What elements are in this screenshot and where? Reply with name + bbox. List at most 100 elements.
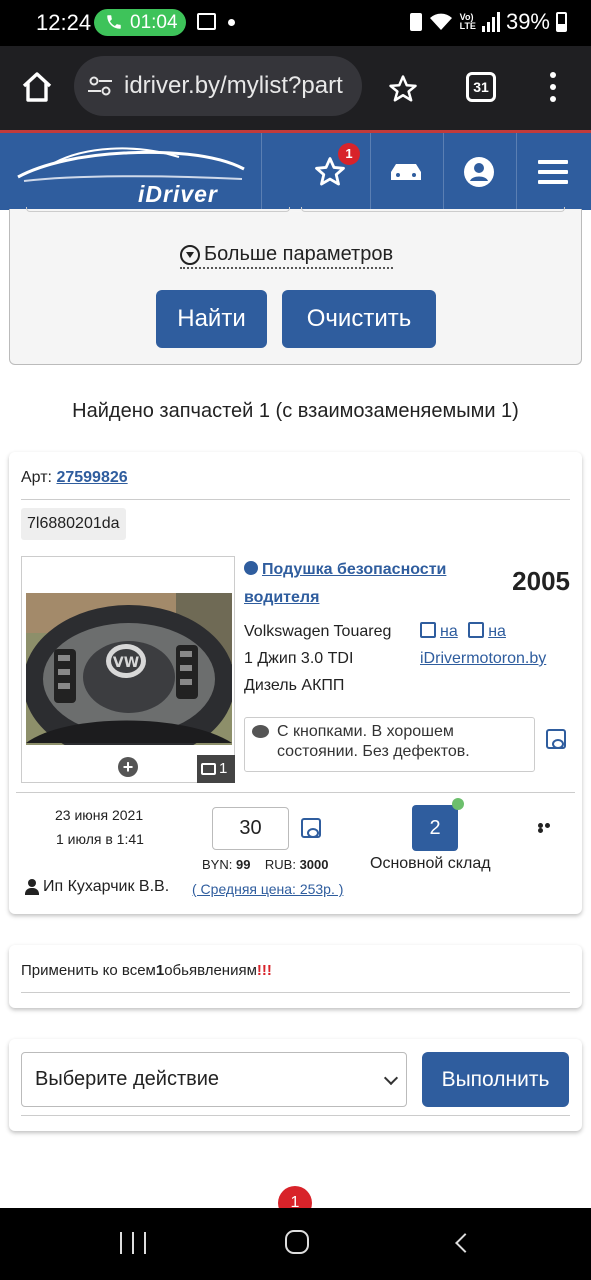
status-time: 12:24 xyxy=(36,10,92,35)
wifi-icon xyxy=(429,13,452,30)
camera-icon xyxy=(201,763,216,775)
external-site-link[interactable]: iDrivermotoron.by xyxy=(420,650,546,667)
filter-panel: Больше параметров Найти Очистить xyxy=(9,207,582,365)
add-photo-icon[interactable]: + xyxy=(118,757,138,777)
recents-icon[interactable] xyxy=(120,1232,146,1254)
external-link-2[interactable]: на xyxy=(488,623,506,640)
idriver-logo[interactable]: iDriver xyxy=(14,141,250,207)
system-nav-bar xyxy=(0,1208,591,1280)
call-indicator[interactable]: 01:04 xyxy=(94,9,186,36)
user-icon xyxy=(25,879,39,895)
account-button[interactable] xyxy=(443,133,515,210)
execute-button[interactable]: Выполнить xyxy=(422,1052,569,1107)
divider xyxy=(21,992,570,993)
car-body: 1 Джип 3.0 TDI xyxy=(244,650,354,667)
site-header: iDriver 1 xyxy=(0,130,591,210)
bulk-action-card: Выберите действие Выполнить xyxy=(9,1039,582,1131)
divider xyxy=(16,792,575,793)
battery-icon xyxy=(556,12,567,32)
action-select[interactable]: Выберите действие xyxy=(21,1052,407,1107)
divider xyxy=(21,1115,570,1116)
signal-icon xyxy=(481,12,500,32)
price-byn: 99 xyxy=(235,857,251,872)
article-label: Арт: xyxy=(21,469,52,486)
gallery-notification-icon xyxy=(197,13,216,30)
apply-all-text[interactable]: Применить ко всем1обьявлениям!!! xyxy=(21,962,272,979)
clear-button[interactable]: Очистить xyxy=(282,290,436,348)
home-button-icon[interactable] xyxy=(285,1230,309,1254)
seller-name: Ип Кухарчик В.В. xyxy=(43,878,170,895)
article-line: Арт: 27599826 xyxy=(21,469,128,487)
external-links: на на iDrivermotoron.by xyxy=(420,618,546,672)
external-link-icon[interactable] xyxy=(468,622,485,638)
comment-field[interactable]: С кнопками. В хорошем состоянии. Без деф… xyxy=(244,717,535,772)
home-icon[interactable] xyxy=(20,70,54,104)
stock-label: Основной склад xyxy=(370,855,491,872)
filter-field-right[interactable] xyxy=(301,207,565,212)
date-updated: 1 июля в 1:41 xyxy=(56,831,144,847)
favorites-badge: 1 xyxy=(338,143,360,165)
gear-icon xyxy=(244,561,258,575)
price-rub: 3000 xyxy=(299,857,329,872)
browser-menu-icon[interactable] xyxy=(549,72,557,104)
chevron-down-circle-icon xyxy=(180,244,200,265)
status-bar: 12:24 01:04 Vo) LTE 39% xyxy=(0,0,591,46)
car-icon xyxy=(391,163,421,180)
find-button[interactable]: Найти xyxy=(156,290,267,348)
date-added: 23 июня 2021 xyxy=(55,807,144,823)
browser-toolbar: idriver.by/mylist?part 31 xyxy=(0,46,591,130)
average-price-link[interactable]: ( Средняя цена: 253р. ) xyxy=(192,881,343,897)
part-title-link[interactable]: Подушка безопасности водителя xyxy=(244,556,484,612)
steering-wheel-photo[interactable]: VW xyxy=(26,593,232,745)
site-settings-icon[interactable] xyxy=(88,76,112,96)
save-comment-icon[interactable] xyxy=(546,729,566,749)
chevron-down-icon xyxy=(383,1070,399,1086)
part-card: Арт: 27599826 7l6880201da VW + 1 Подушка… xyxy=(9,452,582,914)
logo-text: iDriver xyxy=(138,181,218,207)
url-text: idriver.by/mylist?part xyxy=(124,72,343,99)
user-icon xyxy=(464,156,494,187)
price-byn-label: BYN: xyxy=(202,857,233,872)
article-number-link[interactable]: 27599826 xyxy=(56,469,127,486)
battery-percent: 39% xyxy=(505,9,550,34)
apply-text-after: обьявлениям xyxy=(164,962,257,979)
apply-count: 1 xyxy=(155,962,165,979)
results-count: Найдено запчастей 1 (с взаимозаменяемыми… xyxy=(72,400,519,422)
prices: BYN: 99 RUB: 3000 xyxy=(202,857,329,872)
stock-count-button[interactable]: 2 xyxy=(412,805,458,851)
apply-all-card: Применить ко всем1обьявлениям!!! xyxy=(9,945,582,1008)
save-price-icon[interactable] xyxy=(301,818,321,838)
steering-wheel-image: VW xyxy=(26,593,232,745)
filter-field-left[interactable] xyxy=(26,207,290,212)
back-icon[interactable] xyxy=(455,1233,475,1253)
part-year: 2005 xyxy=(512,566,570,596)
car-info: Volkswagen Touareg 1 Джип 3.0 TDI Дизель… xyxy=(244,618,391,699)
car-engine: Дизель АКПП xyxy=(244,677,345,694)
price-rub-label: RUB: xyxy=(264,857,296,872)
part-photo[interactable]: VW + 1 xyxy=(21,556,235,783)
stock-settings-icon[interactable] xyxy=(452,798,464,810)
quantity-input[interactable]: 30 xyxy=(212,807,289,850)
hamburger-icon xyxy=(538,159,568,184)
bookmark-star-icon[interactable] xyxy=(388,74,418,104)
tab-switcher-button[interactable]: 31 xyxy=(466,72,496,102)
action-select-value: Выберите действие xyxy=(35,1068,220,1090)
more-params-link[interactable]: Больше параметров xyxy=(180,243,394,269)
photo-count-value: 1 xyxy=(219,760,228,777)
address-bar[interactable]: idriver.by/mylist?part xyxy=(74,56,362,116)
comment-icon xyxy=(252,725,269,738)
volte-icon: Vo) LTE xyxy=(459,12,476,31)
notification-dot-icon xyxy=(228,19,235,26)
phone-icon xyxy=(107,15,121,29)
part-title: Подушка безопасности водителя xyxy=(244,561,447,606)
favorites-button[interactable]: 1 xyxy=(294,133,366,210)
external-link-icon[interactable] xyxy=(420,622,436,638)
external-link-1[interactable]: на xyxy=(440,623,458,640)
photo-count[interactable]: 1 xyxy=(197,755,235,783)
divider xyxy=(21,499,570,500)
more-options-icon[interactable] xyxy=(538,823,558,833)
status-right: Vo) LTE 39% xyxy=(409,9,567,35)
garage-button[interactable] xyxy=(370,133,442,210)
menu-button[interactable] xyxy=(517,133,589,210)
header-divider xyxy=(261,133,262,210)
